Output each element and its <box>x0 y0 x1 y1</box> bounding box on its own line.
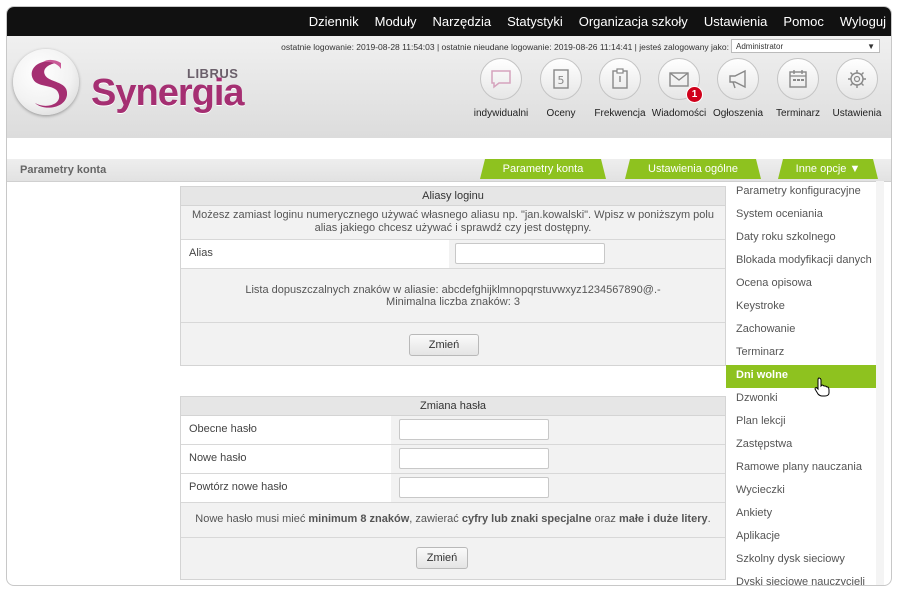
tab-ustawienia-ogolne[interactable]: Ustawienia ogólne <box>625 159 761 179</box>
svg-text:5: 5 <box>558 74 565 87</box>
rule-text: oraz <box>591 513 619 525</box>
menu-item-keystroke[interactable]: Keystroke <box>726 296 876 319</box>
rule-bold: cyfry lub znaki specjalne <box>461 513 592 525</box>
alias-input[interactable] <box>455 243 605 264</box>
alias-panel-title: Aliasy loginu <box>181 187 725 206</box>
tile-label: Ustawienia <box>832 108 882 119</box>
unread-badge: 1 <box>686 86 703 103</box>
menu-item-label: Dni wolne <box>736 369 788 381</box>
rule-bold: minimum 8 znaków <box>308 513 410 525</box>
alias-label: Alias <box>181 240 449 268</box>
rule-text: Nowe hasło musi mieć <box>195 513 309 525</box>
menu-item-dzwonki[interactable]: Dzwonki <box>726 388 876 411</box>
alias-change-button[interactable]: Zmień <box>409 334 479 356</box>
repeat-password-row: Powtórz nowe hasło <box>181 474 725 503</box>
menu-item-szkolny-dysk[interactable]: Szkolny dysk sieciowy <box>726 549 876 572</box>
hand-cursor-icon <box>814 377 830 397</box>
megaphone-icon <box>729 69 746 89</box>
menu-item-aplikacje[interactable]: Aplikacje <box>726 526 876 549</box>
menu-item-ankiety[interactable]: Ankiety <box>726 503 876 526</box>
menu-item-system-oceniania[interactable]: System oceniania <box>726 204 876 227</box>
section-bar: Parametry konta Parametry konta Ustawien… <box>7 159 891 182</box>
nav-wyloguj[interactable]: Wyloguj <box>832 14 891 29</box>
current-password-row: Obecne hasło <box>181 416 725 445</box>
tab-parametry-konta[interactable]: Parametry konta <box>480 159 606 179</box>
new-password-row: Nowe hasło <box>181 445 725 474</box>
app-window: Dziennik Moduły Narzędzia Statystyki Org… <box>6 6 892 586</box>
current-password-label: Obecne hasło <box>181 416 391 444</box>
allowed-chars-text: Lista dopuszczalnych znaków w aliasie: a… <box>245 284 661 296</box>
logo-s-icon <box>31 59 68 108</box>
new-password-input[interactable] <box>399 448 549 469</box>
chevron-down-icon: ▼ <box>867 42 875 51</box>
nav-ustawienia[interactable]: Ustawienia <box>696 14 776 29</box>
header: ostatnie logowanie: 2019-08-28 11:54:03 … <box>7 36 891 138</box>
rule-text: , zawierać <box>409 513 462 525</box>
user-role-value: Administrator <box>736 42 784 51</box>
min-chars-text: Minimalna liczba znaków: 3 <box>386 296 520 308</box>
nav-moduly[interactable]: Moduły <box>367 14 425 29</box>
current-password-input[interactable] <box>399 419 549 440</box>
nav-pomoc[interactable]: Pomoc <box>775 14 831 29</box>
rule-text: . <box>707 513 711 525</box>
repeat-password-input[interactable] <box>399 477 549 498</box>
alias-row: Alias <box>181 240 725 269</box>
logo-synergia-text: Synergia <box>91 72 245 114</box>
menu-item-parametry-konfiguracyjne[interactable]: Parametry konfiguracyjne <box>726 181 876 204</box>
calendar-icon <box>789 70 807 88</box>
nav-narzedzia[interactable]: Narzędzia <box>425 14 500 29</box>
tile-ustawienia[interactable]: Ustawienia <box>822 58 891 119</box>
options-menu: Parametry konfiguracyjne System oceniani… <box>726 181 876 585</box>
menu-item-wycieczki[interactable]: Wycieczki <box>726 480 876 503</box>
menu-item-plan-lekcji[interactable]: Plan lekcji <box>726 411 876 434</box>
nav-statystyki[interactable]: Statystyki <box>499 14 571 29</box>
user-role-select[interactable]: Administrator ▼ <box>731 39 880 53</box>
top-navigation: Dziennik Moduły Narzędzia Statystyki Org… <box>7 7 891 36</box>
repeat-password-label: Powtórz nowe hasło <box>181 474 391 502</box>
menu-item-blokada-modyfikacji[interactable]: Blokada modyfikacji danych <box>726 250 876 273</box>
clipboard-icon <box>612 68 628 89</box>
nav-dziennik[interactable]: Dziennik <box>301 14 367 29</box>
nav-organizacja-szkoly[interactable]: Organizacja szkoły <box>571 14 696 29</box>
rule-bold: małe i duże litery <box>618 513 708 525</box>
gear-icon <box>848 70 866 88</box>
menu-item-ocena-opisowa[interactable]: Ocena opisowa <box>726 273 876 296</box>
speech-bubble-icon <box>491 70 511 89</box>
password-change-button[interactable]: Zmień <box>416 547 468 569</box>
menu-item-ramowe-plany[interactable]: Ramowe plany nauczania <box>726 457 876 480</box>
login-info: ostatnie logowanie: 2019-08-28 11:54:03 … <box>281 42 729 52</box>
alias-description: Możesz zamiast loginu numerycznego używa… <box>181 206 725 240</box>
menu-item-zachowanie[interactable]: Zachowanie <box>726 319 876 342</box>
menu-item-terminarz[interactable]: Terminarz <box>726 342 876 365</box>
menu-item-zastepstwa[interactable]: Zastępstwa <box>726 434 876 457</box>
new-password-label: Nowe hasło <box>181 445 391 473</box>
tab-inne-opcje[interactable]: Inne opcje ▼ <box>778 159 878 179</box>
alias-panel: Aliasy loginu Możesz zamiast loginu nume… <box>180 186 726 366</box>
menu-item-daty-roku-szkolnego[interactable]: Daty roku szkolnego <box>726 227 876 250</box>
password-panel: Zmiana hasła Obecne hasło Nowe hasło Pow… <box>180 396 726 580</box>
menu-item-dyski-nauczycieli[interactable]: Dyski sieciowe nauczycieli <box>726 572 876 585</box>
logo-mark[interactable] <box>13 49 79 115</box>
page-title: Parametry konta <box>20 164 107 176</box>
menu-scrollbar[interactable] <box>876 181 884 585</box>
envelope-icon <box>669 72 689 87</box>
password-rules: Nowe hasło musi mieć minimum 8 znaków, z… <box>181 503 725 538</box>
menu-item-dni-wolne[interactable]: Dni wolne <box>726 365 876 397</box>
password-panel-title: Zmiana hasła <box>181 397 725 416</box>
grade-document-icon: 5 <box>553 69 569 89</box>
